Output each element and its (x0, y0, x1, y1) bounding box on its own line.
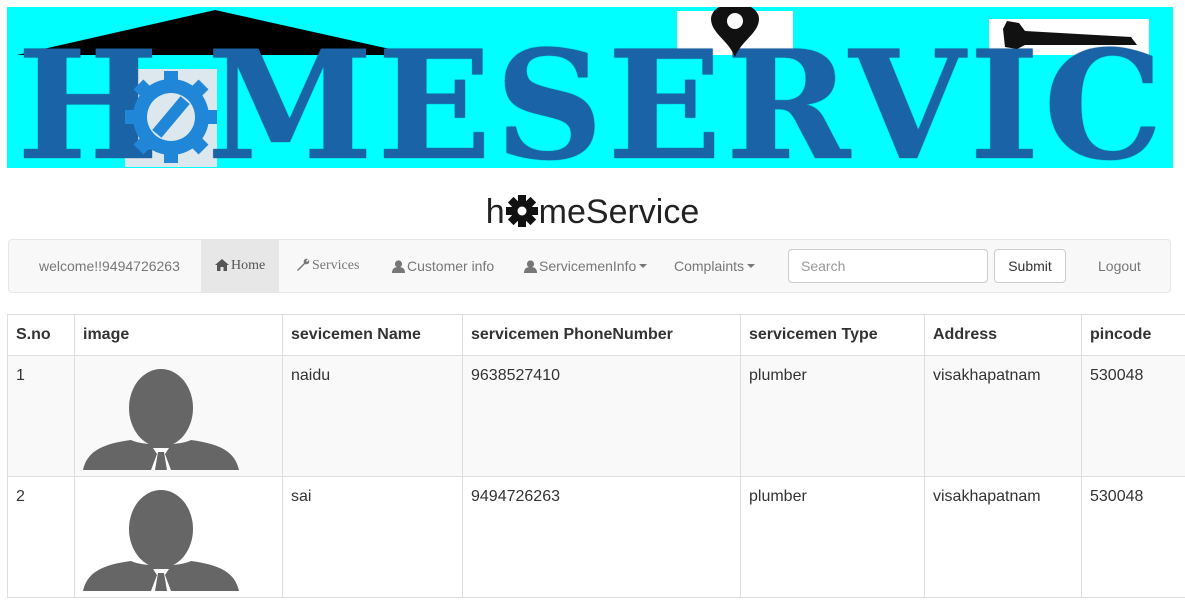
name-cell: sai (283, 477, 463, 598)
nav-complaints-label: Complaints (674, 258, 744, 274)
home-services-banner: H ME SERVICES (7, 7, 1173, 168)
pincode-cell: 530048 (1082, 356, 1185, 477)
nav-customer-info[interactable]: Customer info (392, 240, 494, 292)
image-cell (75, 477, 283, 598)
nav-home[interactable]: Home (201, 240, 279, 292)
page-title-prefix: h (486, 193, 505, 231)
name-cell: naidu (283, 356, 463, 477)
nav-customer-info-label: Customer info (407, 258, 494, 274)
nav-home-label: Home (231, 258, 265, 273)
column-header: Address (925, 315, 1082, 356)
address-cell: visakhapatnam (925, 356, 1082, 477)
column-header: servicemen PhoneNumber (463, 315, 741, 356)
location-gear-icon (711, 7, 759, 57)
table-row: 2 sai 9494726263 plumber visakhapatnam 5… (8, 477, 1185, 598)
sno-cell: 2 (8, 477, 75, 598)
address-cell: visakhapatnam (925, 477, 1082, 598)
column-header: servicemen Type (741, 315, 925, 356)
table-header-row: S.no image sevicemen Name servicemen Pho… (8, 315, 1185, 356)
nav-servicemen-info-label: ServicemenInfo (539, 258, 636, 274)
gear-icon (505, 194, 539, 228)
nav-servicemen-info-dropdown[interactable]: ServicemenInfo (524, 240, 647, 292)
caret-down-icon (747, 264, 755, 268)
sno-cell: 1 (8, 356, 75, 477)
type-cell: plumber (741, 477, 925, 598)
logout-link[interactable]: Logout (1098, 240, 1141, 292)
column-header: S.no (8, 315, 75, 356)
table-row: 1 naidu 9638527410 plumber visakhapatnam… (8, 356, 1185, 477)
column-header: pincode (1082, 315, 1185, 356)
phone-cell: 9638527410 (463, 356, 741, 477)
avatar-image (83, 362, 239, 470)
column-header: sevicemen Name (283, 315, 463, 356)
welcome-text: welcome!!9494726263 (39, 240, 180, 292)
avatar-image (83, 483, 239, 591)
servicemen-table-container: S.no image sevicemen Name servicemen Pho… (7, 314, 1185, 604)
nav-complaints-dropdown[interactable]: Complaints (674, 240, 755, 292)
page-title: h meService (0, 190, 1185, 234)
user-icon (392, 260, 405, 273)
main-navbar: welcome!!9494726263 Home Services Custom… (8, 239, 1171, 293)
phone-cell: 9494726263 (463, 477, 741, 598)
page-title-suffix: meService (539, 193, 700, 231)
search-input[interactable] (788, 249, 988, 283)
user-icon (524, 260, 537, 273)
servicemen-table: S.no image sevicemen Name servicemen Pho… (7, 314, 1185, 598)
pincode-cell: 530048 (1082, 477, 1185, 598)
column-header: image (75, 315, 283, 356)
nav-services-label: Services (312, 258, 359, 273)
wrench-icon (296, 258, 310, 271)
type-cell: plumber (741, 356, 925, 477)
submit-button[interactable]: Submit (994, 249, 1066, 283)
nav-services[interactable]: Services (296, 240, 359, 292)
banner-icons (7, 7, 1173, 168)
wrench-icon (1003, 21, 1137, 49)
home-icon (215, 259, 229, 271)
caret-down-icon (639, 264, 647, 268)
image-cell (75, 356, 283, 477)
gear-wrench-icon (125, 71, 217, 163)
